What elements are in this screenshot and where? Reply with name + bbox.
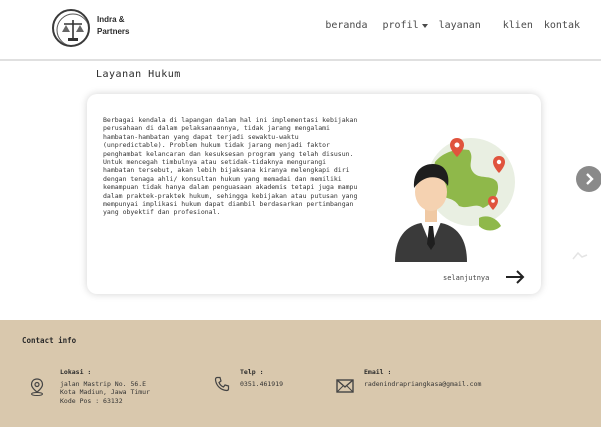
arrow-right-icon[interactable] <box>505 270 525 284</box>
chevron-right-icon <box>586 173 594 185</box>
lawyer-globe-illustration <box>395 138 515 262</box>
mail-icon <box>336 379 354 393</box>
location-label: Lokasi : <box>60 368 92 376</box>
nav-profil[interactable]: profil <box>382 20 428 31</box>
nav-layanan[interactable]: layanan <box>439 20 481 31</box>
location-icon <box>30 378 44 396</box>
nav-beranda[interactable]: beranda <box>325 20 367 31</box>
page-title: Layanan Hukum <box>96 69 181 80</box>
address-line-3: Kode Pos : 63132 <box>60 396 123 405</box>
service-card: Berbagai kendala di lapangan dalam hal i… <box>87 94 541 294</box>
brand-name[interactable]: Indra & Partners <box>97 14 129 38</box>
read-more-link[interactable]: selanjutnya <box>443 274 489 282</box>
address-line-2: Kota Madiun, Jawa Timur <box>60 388 151 397</box>
email-label: Email : <box>364 368 392 376</box>
main-nav: beranda profil layanan klien kontak <box>325 20 580 31</box>
phone-number[interactable]: 0351.461919 <box>240 380 283 388</box>
brand-line-1: Indra & <box>97 15 125 24</box>
chevron-down-icon <box>421 23 428 28</box>
nav-klien[interactable]: klien <box>503 20 533 31</box>
faint-decoration <box>572 252 588 260</box>
email-address[interactable]: radenindrapriangkasa@gmail.com <box>364 380 481 388</box>
nav-kontak[interactable]: kontak <box>544 20 580 31</box>
service-description: Berbagai kendala di lapangan dalam hal i… <box>103 116 358 217</box>
site-header: Indra & Partners beranda profil layanan … <box>0 0 601 58</box>
header-divider <box>0 59 601 61</box>
contact-heading: Contact info <box>22 336 77 345</box>
brand-line-2: Partners <box>97 27 130 36</box>
next-slide-button[interactable] <box>576 166 601 192</box>
site-footer: Contact info Lokasi : jalan Mastrip No. … <box>0 320 601 427</box>
phone-label: Telp : <box>240 368 264 376</box>
address-line-1: jalan Mastrip No. 56.E <box>60 380 147 388</box>
nav-profil-label: profil <box>382 20 419 31</box>
logo-emblem[interactable] <box>52 9 90 47</box>
location-address: jalan Mastrip No. 56.E Kota Madiun, Jawa… <box>60 380 150 405</box>
phone-icon <box>214 376 230 392</box>
